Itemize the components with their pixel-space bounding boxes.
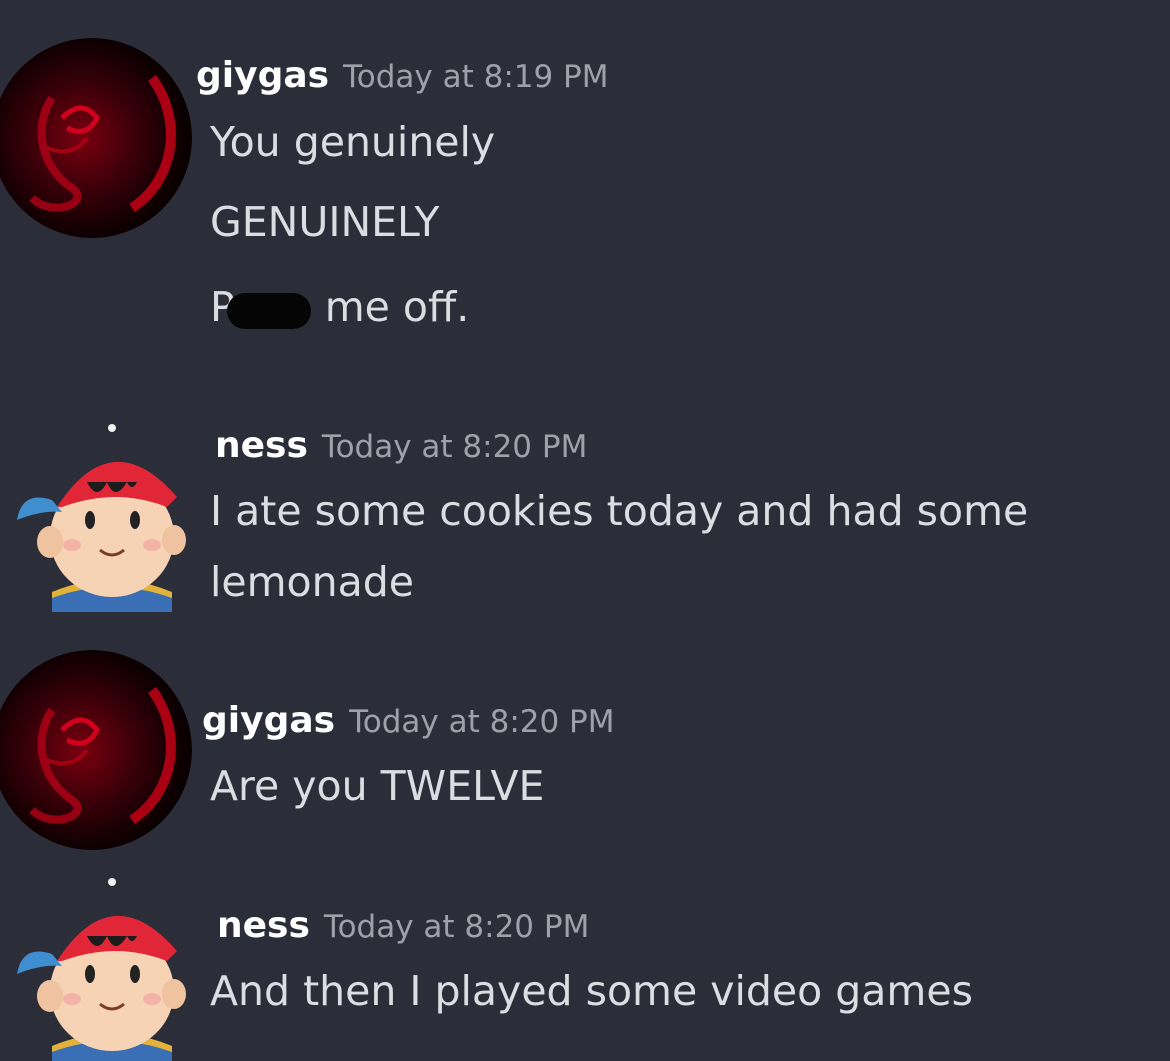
ness-avatar[interactable] [12,866,212,1061]
message-text: You genuinely [210,118,496,166]
redaction-mark [226,293,311,329]
message-text-redacted: Pme off. [210,283,469,331]
message-text: I ate some cookies today and had some [210,487,1029,535]
message-header: ness Today at 8:20 PM [215,425,587,466]
message-text: Are you TWELVE [210,762,545,810]
message-header: giygas Today at 8:20 PM [202,700,615,741]
timestamp[interactable]: Today at 8:20 PM [324,909,589,945]
username[interactable]: giygas [202,700,335,741]
giygas-avatar[interactable] [0,38,192,238]
message-text: lemonade [210,558,414,606]
timestamp[interactable]: Today at 8:19 PM [343,59,608,95]
giygas-avatar[interactable] [0,650,192,850]
username[interactable]: ness [215,425,308,466]
message-header: giygas Today at 8:19 PM [196,55,609,96]
timestamp[interactable]: Today at 8:20 PM [349,704,614,740]
redacted-suffix: me off. [324,283,470,331]
message-text: And then I played some video games [210,967,973,1015]
message-header: ness Today at 8:20 PM [217,905,589,946]
username[interactable]: ness [217,905,310,946]
ness-avatar[interactable] [12,412,212,612]
timestamp[interactable]: Today at 8:20 PM [322,429,587,465]
username[interactable]: giygas [196,55,329,96]
message-text: GENUINELY [210,198,440,246]
